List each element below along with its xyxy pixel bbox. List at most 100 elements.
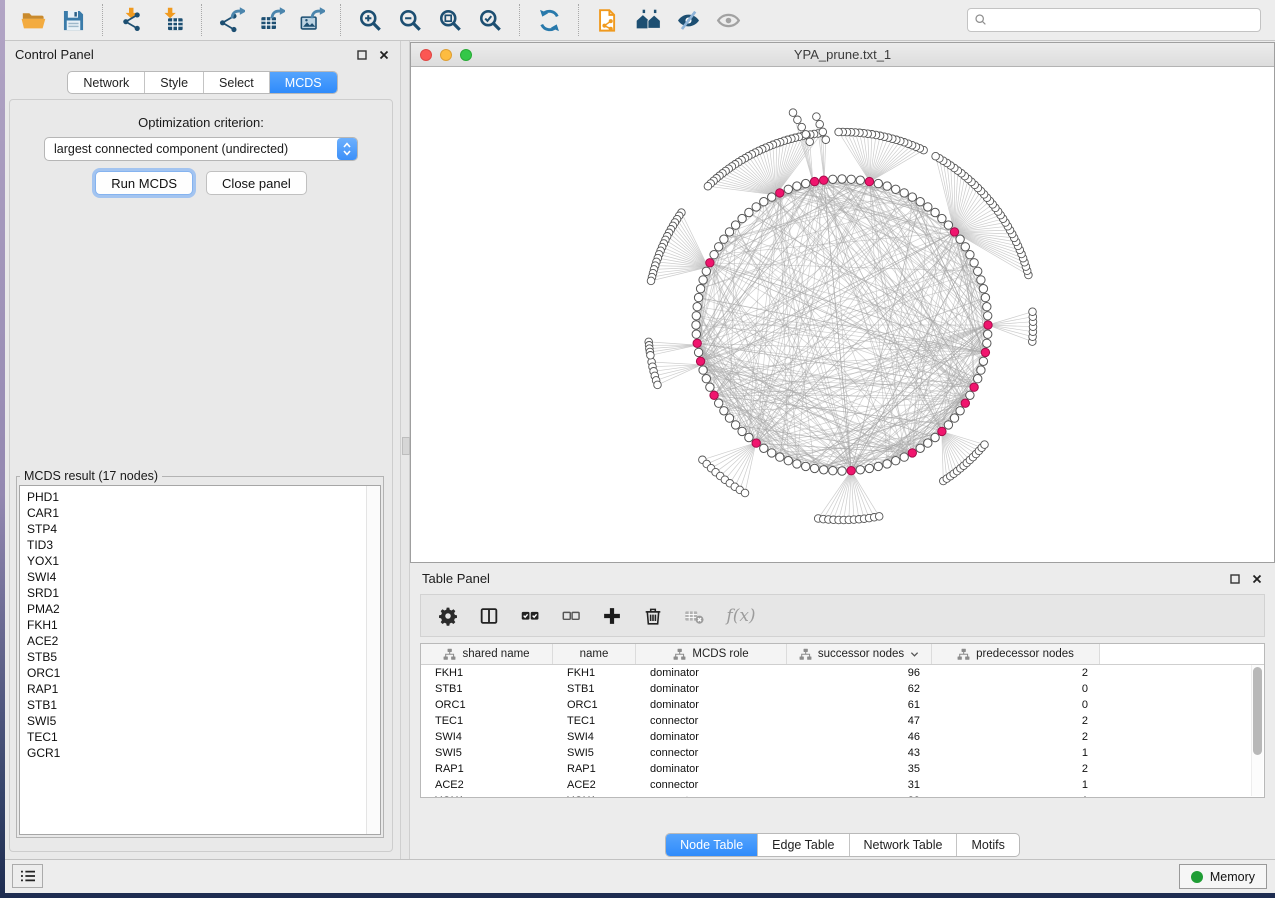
tab-mcds[interactable]: MCDS bbox=[269, 72, 337, 93]
search-input[interactable] bbox=[992, 12, 1254, 28]
graph-node[interactable] bbox=[802, 179, 810, 187]
graph-node[interactable] bbox=[725, 414, 733, 422]
graph-node[interactable] bbox=[979, 357, 987, 365]
graph-node[interactable] bbox=[979, 285, 987, 293]
graph-mcds-node[interactable] bbox=[810, 177, 818, 185]
deselect-all-rows-icon[interactable] bbox=[558, 603, 584, 629]
graph-node[interactable] bbox=[725, 228, 733, 236]
graph-node[interactable] bbox=[760, 444, 768, 452]
graph-node[interactable] bbox=[865, 464, 873, 472]
table-row[interactable]: ORC1ORC1dominator610 bbox=[421, 697, 1264, 713]
graph-node[interactable] bbox=[731, 221, 739, 229]
graph-node[interactable] bbox=[847, 175, 855, 183]
graph-node[interactable] bbox=[983, 303, 991, 311]
table-row[interactable]: SWI5SWI5connector431 bbox=[421, 745, 1264, 761]
graph-node[interactable] bbox=[1029, 308, 1037, 316]
graph-node[interactable] bbox=[966, 251, 974, 259]
tab-network[interactable]: Network bbox=[68, 72, 144, 93]
graph-node[interactable] bbox=[838, 175, 846, 183]
graph-mcds-node[interactable] bbox=[820, 176, 828, 184]
graph-node[interactable] bbox=[715, 399, 723, 407]
graph-node[interactable] bbox=[892, 185, 900, 193]
window-close-icon[interactable] bbox=[420, 49, 432, 61]
graph-mcds-node[interactable] bbox=[984, 321, 992, 329]
graph-node[interactable] bbox=[789, 109, 797, 117]
export-table-icon[interactable] bbox=[251, 3, 291, 37]
tab-network-table[interactable]: Network Table bbox=[849, 834, 957, 856]
graph-node[interactable] bbox=[745, 433, 753, 441]
graph-node[interactable] bbox=[838, 467, 846, 475]
table-row[interactable]: ACE2ACE2connector311 bbox=[421, 777, 1264, 793]
float-panel-icon[interactable] bbox=[355, 48, 368, 61]
memory-button[interactable]: Memory bbox=[1179, 864, 1267, 889]
graph-node[interactable] bbox=[984, 312, 992, 320]
graph-node[interactable] bbox=[692, 312, 700, 320]
graph-node[interactable] bbox=[961, 243, 969, 251]
graph-node[interactable] bbox=[694, 293, 702, 301]
graph-node[interactable] bbox=[983, 339, 991, 347]
graph-node[interactable] bbox=[813, 113, 821, 121]
column-header-name[interactable]: name bbox=[553, 644, 636, 664]
graph-node[interactable] bbox=[950, 414, 958, 422]
criterion-select[interactable]: largest connected component (undirected) bbox=[44, 137, 358, 161]
graph-node[interactable] bbox=[974, 375, 982, 383]
task-history-button[interactable] bbox=[12, 864, 43, 888]
splitter-grip[interactable] bbox=[402, 437, 410, 455]
graph-node[interactable] bbox=[696, 285, 704, 293]
graph-mcds-node[interactable] bbox=[776, 189, 784, 197]
graph-mcds-node[interactable] bbox=[696, 357, 704, 365]
graph-node[interactable] bbox=[768, 193, 776, 201]
graph-node[interactable] bbox=[984, 330, 992, 338]
graph-node[interactable] bbox=[819, 128, 827, 136]
add-column-icon[interactable] bbox=[599, 603, 625, 629]
graph-mcds-node[interactable] bbox=[961, 399, 969, 407]
refresh-layout-icon[interactable] bbox=[529, 3, 569, 37]
graph-mcds-node[interactable] bbox=[847, 467, 855, 475]
graph-node[interactable] bbox=[829, 467, 837, 475]
float-panel-icon[interactable] bbox=[1228, 572, 1241, 585]
graph-node[interactable] bbox=[647, 277, 655, 285]
graph-node[interactable] bbox=[829, 175, 837, 183]
graph-node[interactable] bbox=[776, 453, 784, 461]
graph-node[interactable] bbox=[802, 131, 810, 139]
zoom-out-icon[interactable] bbox=[390, 3, 430, 37]
close-panel-button[interactable]: Close panel bbox=[206, 171, 307, 195]
share-network-icon[interactable] bbox=[588, 3, 628, 37]
graph-node[interactable] bbox=[768, 449, 776, 457]
graph-node[interactable] bbox=[977, 366, 985, 374]
table-row[interactable]: RAP1RAP1dominator352 bbox=[421, 761, 1264, 777]
export-image-icon[interactable] bbox=[291, 3, 331, 37]
graph-mcds-node[interactable] bbox=[981, 348, 989, 356]
graph-node[interactable] bbox=[938, 214, 946, 222]
graph-node[interactable] bbox=[692, 321, 700, 329]
graph-node[interactable] bbox=[738, 214, 746, 222]
table-row[interactable]: SWI4SWI4dominator462 bbox=[421, 729, 1264, 745]
select-all-rows-icon[interactable] bbox=[517, 603, 543, 629]
graph-node[interactable] bbox=[835, 128, 843, 136]
graph-mcds-node[interactable] bbox=[865, 177, 873, 185]
graph-node[interactable] bbox=[916, 444, 924, 452]
column-header-MCDS-role[interactable]: MCDS role bbox=[636, 644, 787, 664]
tab-edge-table[interactable]: Edge Table bbox=[757, 834, 848, 856]
save-session-icon[interactable] bbox=[53, 3, 93, 37]
graph-node[interactable] bbox=[974, 267, 982, 275]
column-header-shared-name[interactable]: shared name bbox=[421, 644, 553, 664]
graph-node[interactable] bbox=[816, 120, 824, 128]
graph-node[interactable] bbox=[956, 235, 964, 243]
graph-node[interactable] bbox=[699, 276, 707, 284]
graph-node[interactable] bbox=[874, 179, 882, 187]
table-scrollbar-thumb[interactable] bbox=[1253, 667, 1262, 755]
graph-node[interactable] bbox=[784, 457, 792, 465]
hide-selected-icon[interactable] bbox=[668, 3, 708, 37]
graph-node[interactable] bbox=[981, 441, 989, 449]
graph-node[interactable] bbox=[693, 303, 701, 311]
graph-node[interactable] bbox=[931, 208, 939, 216]
table-row[interactable]: FKH1FKH1dominator962 bbox=[421, 665, 1264, 681]
mcds-list-scrollbar[interactable] bbox=[366, 486, 380, 834]
graph-node[interactable] bbox=[806, 138, 814, 146]
tab-node-table[interactable]: Node Table bbox=[666, 834, 757, 856]
graph-node[interactable] bbox=[822, 136, 830, 144]
graph-node[interactable] bbox=[702, 375, 710, 383]
close-panel-icon[interactable] bbox=[1250, 572, 1263, 585]
graph-mcds-node[interactable] bbox=[693, 339, 701, 347]
